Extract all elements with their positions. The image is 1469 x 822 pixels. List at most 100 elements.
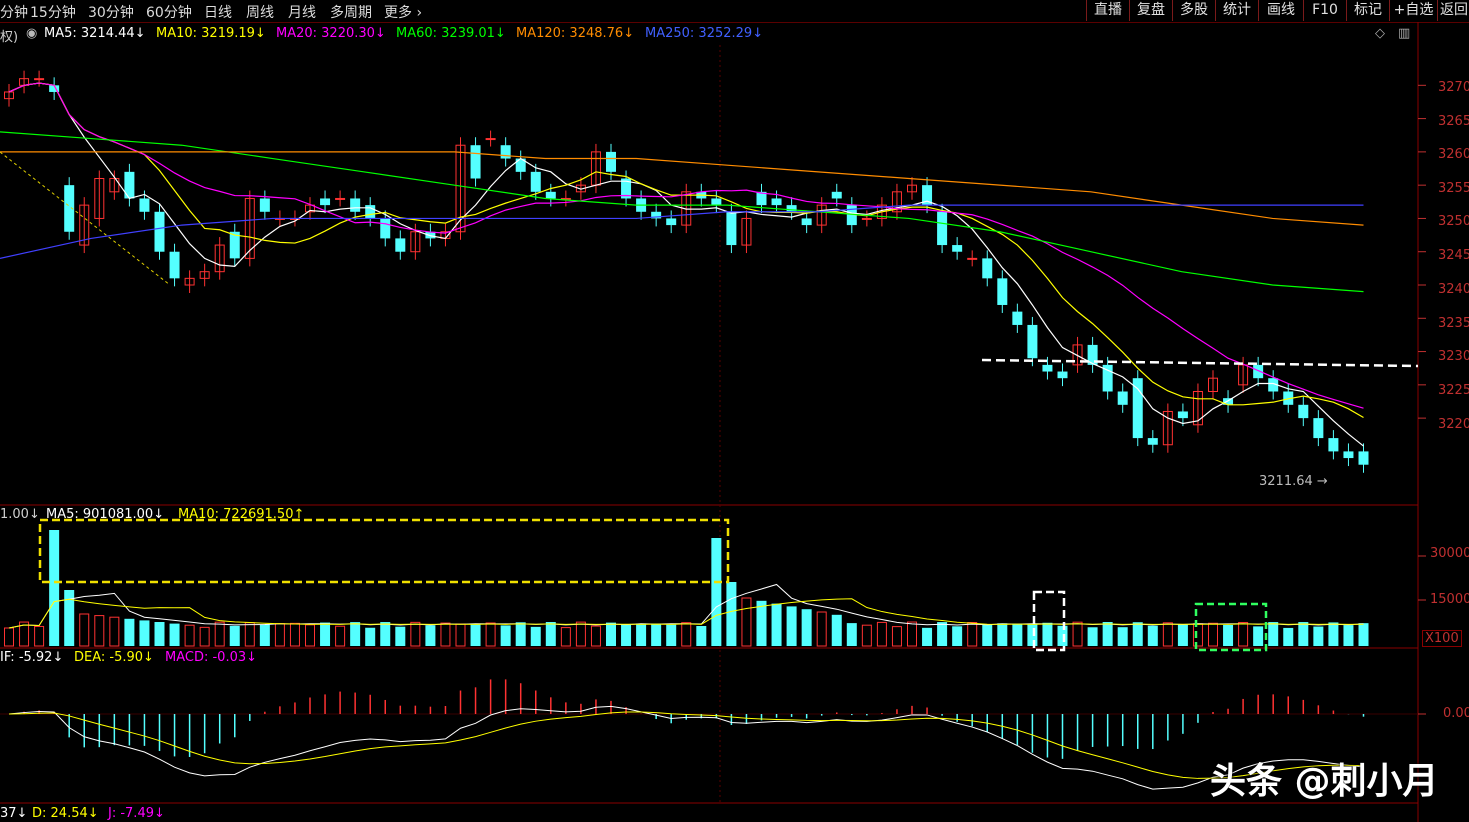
volume-bar [1072, 621, 1083, 647]
volume-bar [470, 624, 481, 646]
candle-body [1117, 391, 1128, 405]
candle-body [1328, 438, 1339, 452]
y-tick-3230: 3230 [1438, 349, 1469, 364]
candle-body [606, 151, 616, 172]
candle-body [365, 205, 376, 219]
candle-body [1298, 404, 1309, 419]
candle-body [726, 211, 737, 246]
volume-bar [726, 582, 737, 646]
volume-bar [4, 627, 14, 647]
volume-bar [907, 621, 917, 647]
volume-bar [139, 620, 150, 646]
volume-bar [771, 603, 782, 646]
volume-bar [1313, 626, 1324, 646]
vol-ma5-label: MA5: 901081.00 [46, 507, 164, 522]
volume-ma5-line [8, 583, 1364, 629]
volume-bar [982, 624, 993, 646]
candle-body [666, 218, 677, 226]
volume-bar [1132, 622, 1143, 646]
y-tick-3270: 3270 [1438, 80, 1469, 95]
volume-bar [861, 624, 872, 647]
volume-bar [305, 624, 315, 647]
volume-bar [922, 627, 933, 646]
vol-tick-15000: 15000 [1430, 592, 1469, 607]
candle-body [169, 251, 180, 279]
candle-body [34, 78, 45, 81]
y-tick-3220: 3220 [1438, 417, 1469, 432]
volume-bar [816, 611, 827, 647]
volume-bar [154, 622, 165, 646]
volume-bar [124, 618, 135, 646]
volume-bar [395, 626, 406, 646]
volume-bar [34, 625, 45, 647]
volume-bar [169, 623, 180, 646]
y-tick-3255: 3255 [1438, 181, 1469, 196]
volume-bar [967, 622, 978, 647]
volume-highlight-box-yellow [38, 518, 730, 584]
candle-body [711, 198, 722, 206]
vol-tick-30000: 30000 [1430, 546, 1469, 561]
kdj-d-label: D: 24.54 [32, 806, 99, 821]
volume-bar [575, 621, 586, 647]
volume-bar [1117, 627, 1128, 646]
ma20-line [8, 82, 1364, 409]
candlestick-chart[interactable] [0, 0, 1469, 822]
candle-body [1147, 438, 1158, 445]
volume-bar [79, 613, 90, 647]
y-tick-3240: 3240 [1438, 282, 1469, 297]
candle-body [154, 211, 165, 252]
volume-bar [109, 616, 120, 647]
y-tick-3235: 3235 [1438, 316, 1469, 331]
volume-bar [606, 622, 616, 646]
vol-ma10-label: MA10: 722691.50 [178, 507, 304, 522]
volume-bar [274, 623, 285, 647]
candle-body [545, 191, 556, 199]
volume-bar [1162, 622, 1173, 647]
volume-bar [259, 624, 270, 646]
volume-bar [651, 623, 662, 646]
volume-bar [530, 626, 541, 646]
candle-body [831, 191, 842, 199]
volume-bar [1268, 622, 1279, 646]
dea-line [8, 711, 1364, 779]
volume-bar [545, 622, 556, 646]
macd-label: MACD: -0.03 [165, 650, 257, 665]
candle-body [967, 257, 978, 260]
candle-body [771, 198, 782, 206]
volume-bar [952, 626, 963, 646]
volume-bar [711, 538, 722, 646]
volume-bar [1238, 621, 1249, 647]
macd-zero-tick: 0.00 [1443, 706, 1469, 721]
candle-body [1313, 418, 1324, 439]
volume-bar [1027, 624, 1038, 646]
candle-body [380, 218, 391, 239]
candle-body [485, 138, 496, 141]
volume-bar [289, 622, 300, 647]
ma5-line [8, 82, 1364, 447]
volume-bar [1358, 623, 1369, 646]
candle-body [1177, 411, 1188, 419]
volume-bar [455, 623, 466, 647]
candle-body [786, 205, 797, 212]
candle-body [139, 198, 150, 212]
y-tick-3250: 3250 [1438, 214, 1469, 229]
candle-body [335, 197, 346, 200]
volume-bar [756, 600, 767, 646]
volume-bar [485, 622, 496, 647]
candle-body [801, 218, 812, 226]
y-tick-3265: 3265 [1438, 114, 1469, 129]
ma10-line [8, 82, 1364, 418]
volume-bar [831, 614, 842, 646]
volume-bar [560, 627, 571, 647]
volume-bar [350, 622, 361, 646]
volume-bar [1057, 625, 1068, 646]
candle-body [320, 198, 331, 206]
volume-bar [636, 623, 647, 646]
volume-bar [997, 623, 1008, 646]
volume-bar [681, 622, 692, 647]
dif-label: IF: -5.92 [0, 650, 63, 665]
volume-bar [621, 624, 632, 646]
watermark: 头条 @刺小月 [1210, 761, 1439, 802]
volume-bar [1253, 626, 1264, 646]
candle-body [861, 217, 872, 220]
